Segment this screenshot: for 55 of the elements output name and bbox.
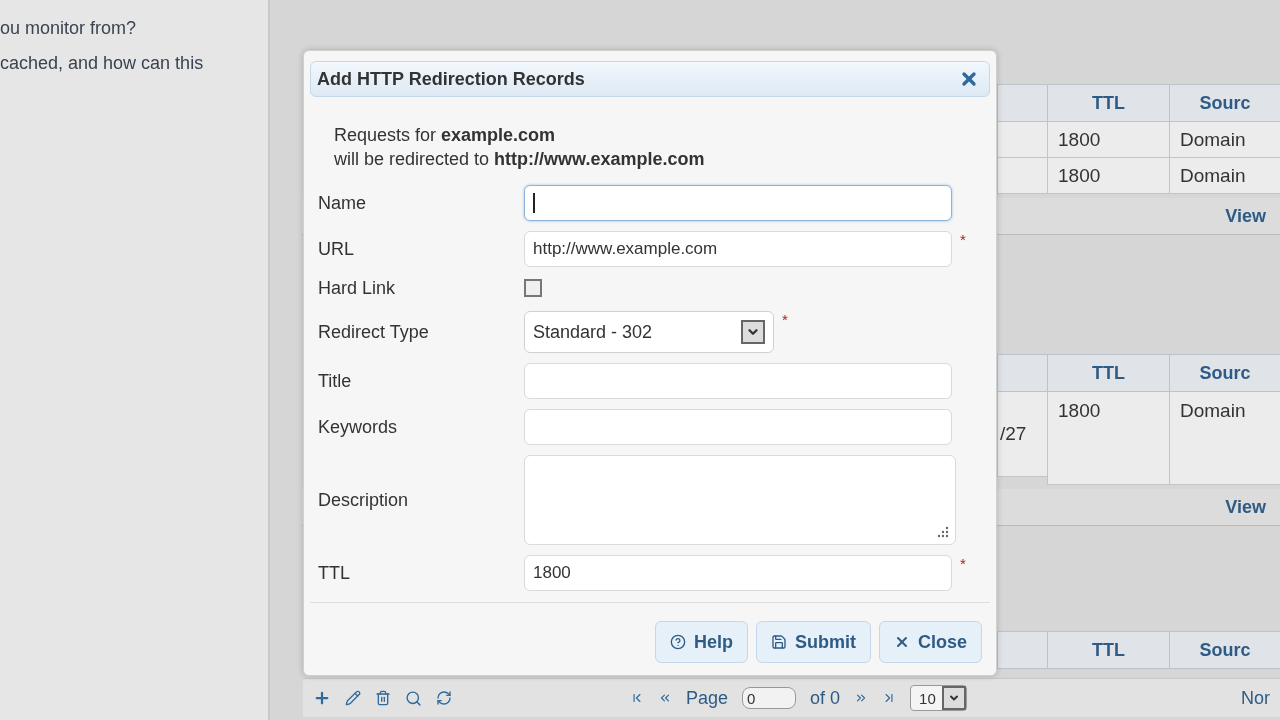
column-header[interactable]: Sourc <box>1169 631 1280 669</box>
required-mark: * <box>782 311 788 328</box>
help-button[interactable]: Help <box>654 621 748 663</box>
refresh-icon[interactable] <box>436 690 452 706</box>
delete-icon[interactable] <box>375 690 391 706</box>
select-field[interactable]: Standard - 302 <box>524 311 774 353</box>
dialog-title: Add HTTP Redirection Records <box>317 68 585 90</box>
text-field[interactable]: 1800 <box>524 555 952 591</box>
text-field[interactable] <box>524 409 952 445</box>
text-field[interactable]: http://www.example.com <box>524 231 952 267</box>
search-icon[interactable] <box>405 689 422 707</box>
page-label: Page <box>686 687 729 709</box>
page-size-select[interactable]: 10 <box>910 685 967 711</box>
faq-question[interactable]: cached, and how can this <box>0 53 268 74</box>
field-label: TTL <box>317 562 351 584</box>
text-field[interactable] <box>524 363 952 399</box>
page-count: of 0 <box>810 687 841 709</box>
field-label: URL <box>317 238 355 260</box>
column-header[interactable]: TTL <box>1047 631 1169 669</box>
add-icon[interactable] <box>313 689 331 707</box>
field-label: Description <box>317 489 410 511</box>
field-label: Keywords <box>317 416 399 438</box>
dropdown-icon <box>741 320 765 344</box>
field-label: Title <box>317 370 353 392</box>
checkbox[interactable] <box>524 279 542 297</box>
edit-icon[interactable] <box>345 690 361 706</box>
table-cell: Domain <box>1169 122 1280 158</box>
intro-text: will be redirected to http://www.example.com <box>334 148 706 171</box>
help-icon <box>669 634 686 650</box>
faq-question[interactable]: ou monitor from? <box>0 18 268 39</box>
text-field[interactable] <box>524 185 952 221</box>
intro-text: Requests for example.com <box>334 124 557 147</box>
page-field[interactable]: 0 <box>742 687 797 709</box>
first-page-icon[interactable] <box>630 691 644 705</box>
column-header[interactable]: Sourc <box>1169 354 1280 392</box>
field-label: Redirect Type <box>317 321 430 343</box>
table-cell: 1800 <box>1047 158 1169 194</box>
table-cell: Domain <box>1169 158 1280 194</box>
required-mark: * <box>960 555 966 572</box>
status-text: Nor <box>1241 687 1270 709</box>
close-button[interactable]: Close <box>878 621 982 663</box>
close-icon[interactable] <box>959 69 979 89</box>
column-header[interactable]: TTL <box>1047 84 1169 122</box>
column-header[interactable]: Sourc <box>1169 84 1280 122</box>
save-icon <box>770 634 787 650</box>
table-cell: /27 <box>997 392 1047 477</box>
submit-button[interactable]: Submit <box>755 621 871 663</box>
previous-page-icon[interactable] <box>658 691 672 705</box>
table-cell: 1800 <box>1047 122 1169 158</box>
field-label: Hard Link <box>317 277 397 299</box>
dropdown-icon <box>941 686 966 710</box>
table-cell: 1800 <box>1047 392 1169 485</box>
table-cell: Domain <box>1169 392 1280 485</box>
column-header[interactable]: TTL <box>1047 354 1169 392</box>
resize-grip-icon <box>935 526 949 538</box>
